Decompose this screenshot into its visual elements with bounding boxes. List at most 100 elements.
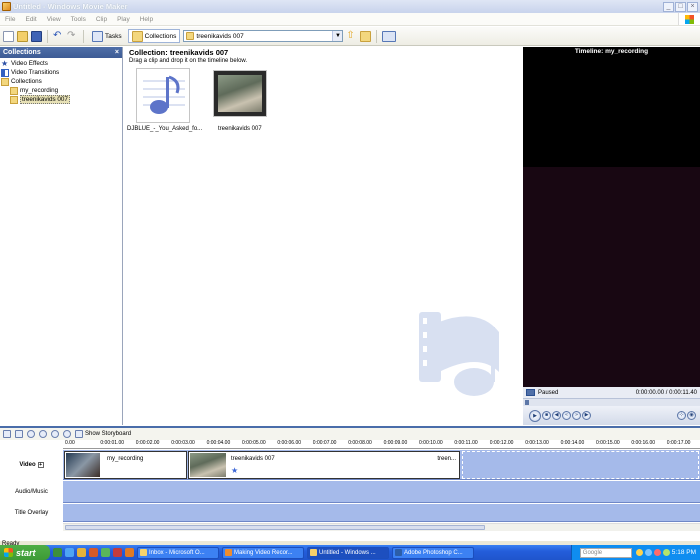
open-project-icon[interactable] [17,30,28,42]
minimize-button[interactable]: _ [663,1,674,12]
menu-tools[interactable]: Tools [66,16,91,23]
redo-icon[interactable]: ↷ [67,30,78,42]
play-icon[interactable]: ▶ [529,409,541,422]
taskbar-item-photoshop[interactable]: Adobe Photoshop C... [392,546,474,559]
seek-thumb[interactable] [525,400,529,405]
collections-pane: Collections × ★ Video Effects Video Tran… [0,47,123,425]
maximize-button[interactable]: □ [675,1,686,12]
menu-help[interactable]: Help [135,16,158,23]
ruler-tick: 0:00:02.00 [135,440,160,446]
taskbar-item-movie-maker[interactable]: Untitled - Windows ... [307,546,389,559]
zoom-in-icon[interactable] [27,430,35,438]
preview-monitor: Timeline: my_recording Paused 0:00:00.00… [523,47,700,425]
fast-forward-icon[interactable]: » [572,411,581,420]
tasks-label: Tasks [105,32,122,40]
effect-star-icon: ★ [231,466,239,475]
tree-item-video-effects[interactable]: ★ Video Effects [1,59,122,68]
expand-track-icon[interactable]: + [37,462,44,468]
audio-clip-thumbnail[interactable] [136,68,190,123]
start-button[interactable]: start [0,545,50,560]
playback-status: Paused [538,389,559,396]
new-project-icon[interactable] [3,30,14,42]
toolbar: ↶ ↷ Tasks Collections treenikavids 007 ▼… [0,27,700,46]
menu-play[interactable]: Play [112,16,135,23]
undo-icon[interactable]: ↶ [53,30,64,42]
ruler-tick: 0:00:05.00 [242,440,266,446]
close-button[interactable]: × [687,1,698,12]
music-note-icon [137,69,189,122]
menu-view[interactable]: View [42,16,66,23]
menu-edit[interactable]: Edit [20,16,41,23]
tree-item-collections[interactable]: Collections [1,77,122,86]
storyboard-icon [75,430,83,438]
taskbar-item-video-recording[interactable]: Making Video Recor... [222,546,304,559]
network-icon[interactable] [644,549,652,556]
playback-controls: ▶ ■ ◀ « » ▶ ⊹ ◉ [523,406,700,425]
close-icon[interactable]: × [115,49,119,56]
next-icon[interactable]: ▶ [582,411,591,420]
ruler-tick: 0.00 [65,440,75,446]
collection-select[interactable]: treenikavids 007 ▼ [183,30,344,42]
menu-clip[interactable]: Clip [91,16,112,23]
app-icon[interactable] [113,548,122,557]
collections-button[interactable]: Collections [127,29,181,43]
tree-item-video-transitions[interactable]: Video Transitions [1,68,122,77]
timeline-scroll-thumb[interactable] [65,525,485,530]
folder-icon [10,95,18,104]
collections-pane-title: Collections [3,49,41,56]
tray-icon[interactable] [635,549,643,556]
clock: 5:18 PM [671,549,696,556]
show-storyboard-button[interactable]: Show Storyboard [75,430,131,438]
split-clip-icon[interactable]: ⊹ [677,411,686,420]
ruler-tick: 0:00:03.00 [171,440,195,446]
video-frame-image [218,75,262,112]
folder-icon [186,32,195,40]
play-timeline-icon[interactable] [63,430,71,438]
rewind-icon[interactable]: « [562,411,571,420]
title-overlay-track[interactable] [63,504,700,522]
audio-music-track[interactable] [63,481,700,503]
google-search-input[interactable]: Google [579,547,632,558]
timeline: Show Storyboard 0.00 0:00:01.00 0:00:02.00… [0,426,700,542]
zoom-out-icon[interactable] [39,430,47,438]
stop-icon[interactable]: ■ [542,411,551,420]
ruler-tick: 0:00:01.00 [100,440,125,446]
ie-icon[interactable] [65,548,74,557]
menu-bar: File Edit View Tools Clip Play Help [0,13,700,26]
video-track[interactable]: my_recording treenikavids 007 treen... ★ [63,450,700,480]
volume-icon[interactable] [662,549,670,556]
timeline-clip-treenikavids[interactable]: treenikavids 007 treen... ★ [188,451,460,479]
save-project-icon[interactable] [31,30,42,42]
previous-icon[interactable]: ◀ [552,411,561,420]
narrate-timeline-icon[interactable] [15,430,23,438]
ruler-tick: 0:00:12.00 [489,440,514,446]
tasks-button[interactable]: Tasks [89,29,125,43]
quick-launch-icon[interactable] [53,548,62,557]
take-picture-icon[interactable]: ◉ [687,411,696,420]
tree-item-my-recording[interactable]: my_recording [1,86,122,95]
audio-track-label: Audio/Music [0,481,63,503]
media-icon[interactable] [89,548,98,557]
rewind-timeline-icon[interactable] [51,430,59,438]
monitor-icon [526,389,535,396]
up-folder-icon[interactable]: ⇧ [346,30,357,42]
video-clip-thumbnail[interactable] [213,70,267,117]
timeline-scrollbar[interactable] [63,523,700,531]
taskbar-item-inbox[interactable]: Inbox - Microsoft O... [137,546,219,559]
timeline-clip-my-recording[interactable]: my_recording [64,451,187,479]
chevron-down-icon[interactable]: ▼ [332,31,343,41]
seek-bar[interactable] [523,398,700,406]
views-icon[interactable] [382,30,397,42]
firefox-icon[interactable] [125,548,134,557]
folder-icon[interactable] [77,548,86,557]
security-icon[interactable] [653,549,661,556]
transition-icon [1,68,9,77]
windows-flag-icon [4,548,13,557]
collection-title: Collection: treenikavids 007 [129,48,229,57]
menu-file[interactable]: File [0,16,20,23]
messenger-icon[interactable] [101,548,110,557]
new-folder-icon[interactable] [360,30,372,42]
collection-contents-pane: Collection: treenikavids 007 Drag a clip… [124,47,522,425]
set-audio-levels-icon[interactable] [3,430,11,438]
tree-item-treenikavids[interactable]: treenikavids 007 [1,95,122,104]
